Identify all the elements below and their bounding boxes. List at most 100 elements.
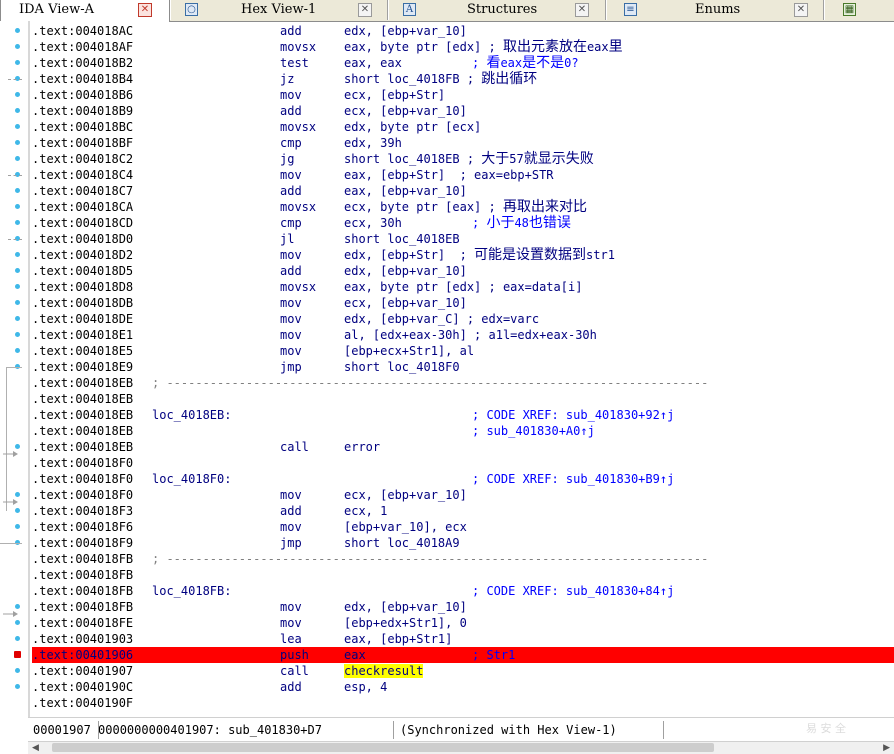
watermark: 易 安 全 (806, 722, 846, 735)
row-label[interactable]: loc_4018F0: (152, 471, 231, 487)
listing-row[interactable]: .text:004018E5 mov [ebp+ecx+Str1], al (32, 343, 894, 359)
listing-row[interactable]: .text:004018C2 jg short loc_4018EB ; 大于57就… (32, 151, 894, 167)
instruction-marker-icon[interactable] (15, 252, 20, 257)
instruction-marker-icon[interactable] (15, 124, 20, 129)
instruction-marker-icon[interactable] (15, 684, 20, 689)
listing-row[interactable]: .text:004018F0 loc_4018F0: ; CODE XREF: su… (32, 471, 894, 487)
instruction-marker-icon[interactable] (15, 44, 20, 49)
listing-row[interactable]: .text:004018EB loc_4018EB: ; CODE XREF: su… (32, 407, 894, 423)
listing-row[interactable]: .text:004018B6 mov ecx, [ebp+Str] (32, 87, 894, 103)
instruction-marker-icon[interactable] (15, 508, 20, 513)
listing-row[interactable]: .text:004018EB ; ------------------------… (32, 375, 894, 391)
close-icon[interactable]: ✕ (794, 3, 808, 17)
tab-structures[interactable]: A Structures ✕ (388, 0, 606, 20)
row-operands[interactable]: checkresult (344, 663, 424, 679)
listing-row[interactable]: .text:004018F6 mov [ebp+var_10], ecx (32, 519, 894, 535)
listing-row[interactable]: .text:004018EB call error (32, 439, 894, 455)
instruction-marker-icon[interactable] (15, 524, 20, 529)
row-mnemonic: add (280, 24, 302, 38)
listing-row[interactable]: .text:004018FB (32, 567, 894, 583)
listing-row[interactable]: .text:004018B4 jz short loc_4018FB ; 跳出循环 (32, 71, 894, 87)
row-mnemonic: add (280, 184, 302, 198)
jump-flow-line (0, 543, 22, 544)
instruction-marker-icon[interactable] (15, 108, 20, 113)
instruction-marker-icon[interactable] (15, 60, 20, 65)
listing-row[interactable]: .text:00401903 lea eax, [ebp+Str1] (32, 631, 894, 647)
instruction-marker-icon[interactable] (15, 28, 20, 33)
close-icon[interactable]: ✕ (358, 3, 372, 17)
tab-hex-view-1[interactable]: ○ Hex View-1 ✕ (170, 0, 388, 20)
listing-row[interactable]: .text:0040190F (32, 695, 894, 711)
listing-row[interactable]: .text:004018DB mov ecx, [ebp+var_10] (32, 295, 894, 311)
instruction-marker-icon[interactable] (15, 348, 20, 353)
tab-ida-view-a[interactable]: IDA View-A ✕ (0, 0, 170, 22)
instruction-marker-icon[interactable] (15, 300, 20, 305)
instruction-marker-icon[interactable] (15, 316, 20, 321)
listing-row[interactable]: .text:004018CD cmp ecx, 30h ; 小于48也错误 (32, 215, 894, 231)
scrollbar-thumb[interactable] (52, 743, 714, 752)
instruction-marker-icon[interactable] (15, 92, 20, 97)
jump-flow-line (6, 367, 22, 368)
row-operands: ecx, [ebp+var_10] (344, 104, 467, 118)
instruction-marker-icon[interactable] (15, 332, 20, 337)
horizontal-scrollbar[interactable]: ◀ ▶ (28, 741, 894, 754)
instruction-marker-icon[interactable] (15, 620, 20, 625)
enums-icon: ≡ (624, 3, 637, 16)
listing-row[interactable]: .text:004018E9 jmp short loc_4018F0 (32, 359, 894, 375)
listing-row[interactable]: .text:004018D5 add edx, [ebp+var_10] (32, 263, 894, 279)
listing-row[interactable]: .text:004018CA movsx ecx, byte ptr [eax] ;… (32, 199, 894, 215)
close-icon[interactable]: ✕ (575, 3, 589, 17)
instruction-marker-icon[interactable] (15, 284, 20, 289)
listing-row[interactable]: .text:004018D8 movsx eax, byte ptr [edx] ;… (32, 279, 894, 295)
row-mnemonic: add (280, 264, 302, 278)
listing-row[interactable]: .text:004018EB (32, 391, 894, 407)
instruction-marker-icon[interactable] (15, 668, 20, 673)
row-label[interactable]: loc_4018FB: (152, 583, 231, 599)
listing-row[interactable]: .text:004018F0 (32, 455, 894, 471)
listing-row[interactable]: .text:004018F3 add ecx, 1 (32, 503, 894, 519)
listing-row[interactable]: .text:004018D0 jl short loc_4018EB (32, 231, 894, 247)
listing-row[interactable]: .text:004018E1 mov al, [edx+eax-30h] ; a1l… (32, 327, 894, 343)
listing-row[interactable]: .text:00401907 call checkresult (32, 663, 894, 679)
listing-row[interactable]: .text:004018FE mov [ebp+edx+Str1], 0 (32, 615, 894, 631)
listing-row[interactable]: .text:004018B9 add ecx, [ebp+var_10] (32, 103, 894, 119)
row-operands: edx, [ebp+var_10] (344, 264, 467, 278)
listing-row[interactable]: .text:004018B2 test eax, eax ; 看eax是不是0? (32, 55, 894, 71)
instruction-marker-icon[interactable] (15, 268, 20, 273)
listing-row[interactable]: .text:004018F0 mov ecx, [ebp+var_10] (32, 487, 894, 503)
close-icon[interactable]: ✕ (138, 3, 152, 17)
listing-row[interactable]: .text:004018BC movsx edx, byte ptr [ecx] (32, 119, 894, 135)
listing-row[interactable]: .text:0040190C add esp, 4 (32, 679, 894, 695)
listing-row[interactable]: .text:004018F9 jmp short loc_4018A9 (32, 535, 894, 551)
listing-row-current[interactable]: .text:00401906 push eax ; Str1 (32, 647, 894, 663)
breakpoint-icon[interactable] (14, 651, 21, 658)
scroll-right-arrow-icon[interactable]: ▶ (880, 743, 890, 753)
instruction-marker-icon[interactable] (15, 204, 20, 209)
row-address: .text:004018B2 (32, 56, 134, 70)
instruction-marker-icon[interactable] (15, 636, 20, 641)
listing-row[interactable]: .text:004018FB mov edx, [ebp+var_10] (32, 599, 894, 615)
listing-row[interactable]: .text:004018C7 add eax, [ebp+var_10] (32, 183, 894, 199)
instruction-marker-icon[interactable] (15, 220, 20, 225)
row-label[interactable]: loc_4018EB: (152, 407, 231, 423)
scroll-left-arrow-icon[interactable]: ◀ (32, 743, 42, 753)
row-mnemonic: jg (280, 152, 295, 166)
selected-symbol[interactable]: checkresult (344, 664, 424, 678)
listing-row[interactable]: .text:004018AF movsx eax, byte ptr [edx] ;… (32, 39, 894, 55)
breakpoint-gutter[interactable] (0, 21, 28, 741)
listing-row[interactable]: .text:004018C4 mov eax, [ebp+Str] ; eax=eb… (32, 167, 894, 183)
instruction-marker-icon[interactable] (15, 156, 20, 161)
listing-row[interactable]: .text:004018EB ; sub_401830+A0↑j (32, 423, 894, 439)
instruction-marker-icon[interactable] (15, 188, 20, 193)
row-address: .text:004018F3 (32, 504, 134, 518)
listing-row[interactable]: .text:004018D2 mov edx, [ebp+Str] ; 可能是设置数… (32, 247, 894, 263)
instruction-marker-icon[interactable] (15, 140, 20, 145)
row-address: .text:00401903 (32, 632, 134, 646)
listing-row[interactable]: .text:004018BF cmp edx, 39h (32, 135, 894, 151)
tab-enums[interactable]: ≡ Enums ✕ (606, 0, 824, 20)
tab-imports[interactable]: ▦ (824, 0, 894, 20)
listing-row[interactable]: .text:004018FB ; ------------------------… (32, 551, 894, 567)
listing-row[interactable]: .text:004018AC add edx, [ebp+var_10] (32, 23, 894, 39)
listing-row[interactable]: .text:004018DE mov edx, [ebp+var_C] ; edx=… (32, 311, 894, 327)
listing-row[interactable]: .text:004018FB loc_4018FB: ; CODE XREF: su… (32, 583, 894, 599)
